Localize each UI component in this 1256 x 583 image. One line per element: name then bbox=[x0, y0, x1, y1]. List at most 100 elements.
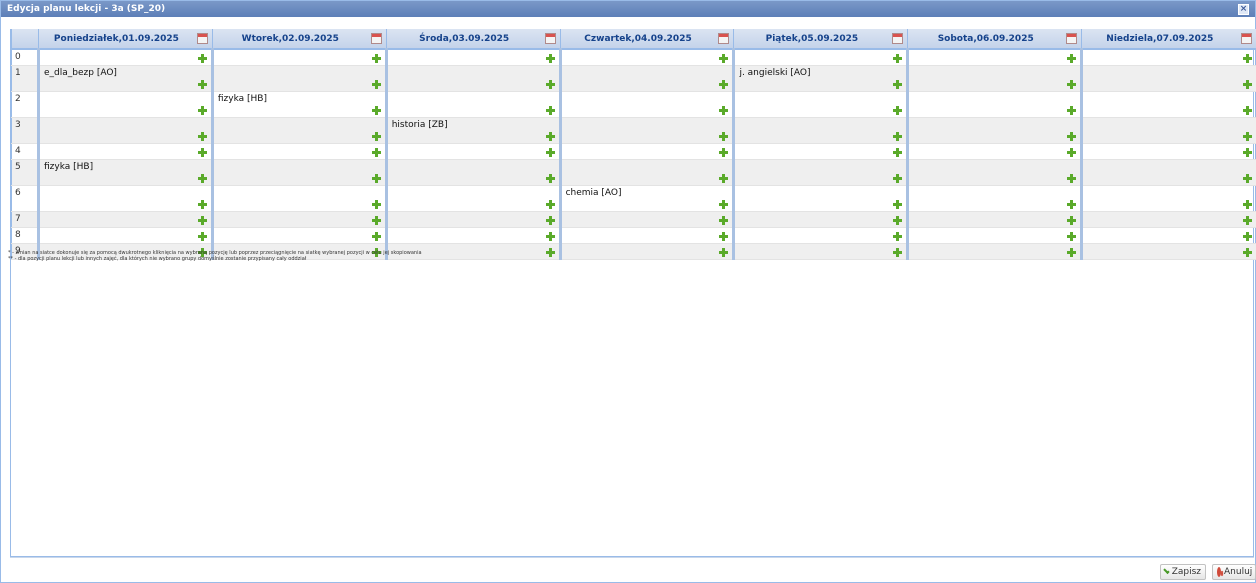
lesson-cell[interactable] bbox=[732, 49, 908, 66]
lesson-cell[interactable] bbox=[732, 243, 908, 260]
calendar-icon[interactable] bbox=[1066, 33, 1078, 44]
add-icon[interactable] bbox=[893, 199, 903, 209]
lesson-cell[interactable] bbox=[37, 49, 213, 66]
lesson-cell[interactable] bbox=[1080, 227, 1256, 244]
add-icon[interactable] bbox=[719, 247, 729, 257]
add-icon[interactable] bbox=[197, 215, 207, 225]
cancel-button[interactable]: Anuluj bbox=[1212, 564, 1256, 580]
lesson-cell[interactable] bbox=[210, 117, 387, 144]
lesson-cell[interactable] bbox=[732, 91, 908, 118]
add-icon[interactable] bbox=[1242, 199, 1252, 209]
lesson-cell[interactable] bbox=[210, 185, 387, 212]
add-icon[interactable] bbox=[719, 105, 729, 115]
lesson-entry[interactable]: fizyka [HB] bbox=[218, 94, 381, 104]
lesson-cell[interactable]: chemia [AO] bbox=[558, 185, 734, 212]
lesson-cell[interactable] bbox=[906, 143, 1082, 160]
add-icon[interactable] bbox=[893, 105, 903, 115]
lesson-entry[interactable]: fizyka [HB] bbox=[44, 162, 207, 172]
lesson-cell[interactable] bbox=[384, 185, 561, 212]
calendar-icon[interactable] bbox=[892, 33, 904, 44]
lesson-entry[interactable]: j. angielski [AO] bbox=[739, 68, 902, 78]
add-icon[interactable] bbox=[197, 105, 207, 115]
add-icon[interactable] bbox=[371, 105, 381, 115]
lesson-cell[interactable] bbox=[732, 227, 908, 244]
lesson-cell[interactable] bbox=[384, 49, 561, 66]
lesson-entry[interactable]: chemia [AO] bbox=[566, 188, 729, 198]
lesson-cell[interactable] bbox=[1080, 65, 1256, 92]
lesson-cell[interactable] bbox=[37, 117, 213, 144]
add-icon[interactable] bbox=[1067, 173, 1077, 183]
lesson-cell[interactable] bbox=[732, 143, 908, 160]
add-icon[interactable] bbox=[719, 215, 729, 225]
add-icon[interactable] bbox=[545, 147, 555, 157]
calendar-icon[interactable] bbox=[718, 33, 730, 44]
add-icon[interactable] bbox=[371, 53, 381, 63]
calendar-icon[interactable] bbox=[370, 33, 382, 44]
add-icon[interactable] bbox=[893, 53, 903, 63]
add-icon[interactable] bbox=[893, 131, 903, 141]
lesson-cell[interactable] bbox=[210, 159, 387, 186]
add-icon[interactable] bbox=[545, 53, 555, 63]
add-icon[interactable] bbox=[1067, 79, 1077, 89]
add-icon[interactable] bbox=[1242, 173, 1252, 183]
lesson-cell[interactable]: fizyka [HB] bbox=[37, 159, 213, 186]
lesson-cell[interactable] bbox=[37, 91, 213, 118]
lesson-cell[interactable] bbox=[558, 49, 734, 66]
lesson-cell[interactable]: historia [ZB] bbox=[384, 117, 561, 144]
lesson-cell[interactable] bbox=[37, 143, 213, 160]
add-icon[interactable] bbox=[1242, 231, 1252, 241]
add-icon[interactable] bbox=[893, 231, 903, 241]
window-titlebar[interactable]: Edycja planu lekcji - 3a (SP_20) × bbox=[1, 1, 1255, 17]
lesson-cell[interactable] bbox=[558, 117, 734, 144]
add-icon[interactable] bbox=[197, 53, 207, 63]
add-icon[interactable] bbox=[545, 199, 555, 209]
add-icon[interactable] bbox=[719, 131, 729, 141]
lesson-cell[interactable] bbox=[906, 49, 1082, 66]
lesson-cell[interactable] bbox=[210, 143, 387, 160]
add-icon[interactable] bbox=[893, 147, 903, 157]
lesson-cell[interactable] bbox=[558, 91, 734, 118]
add-icon[interactable] bbox=[1067, 53, 1077, 63]
lesson-cell[interactable]: e_dla_bezp [AO] bbox=[37, 65, 213, 92]
lesson-cell[interactable]: j. angielski [AO] bbox=[732, 65, 908, 92]
add-icon[interactable] bbox=[719, 53, 729, 63]
lesson-cell[interactable] bbox=[558, 143, 734, 160]
lesson-cell[interactable] bbox=[384, 143, 561, 160]
lesson-cell[interactable] bbox=[906, 211, 1082, 228]
add-icon[interactable] bbox=[1067, 199, 1077, 209]
calendar-icon[interactable] bbox=[1240, 33, 1252, 44]
lesson-cell[interactable] bbox=[37, 227, 213, 244]
lesson-cell[interactable] bbox=[1080, 243, 1256, 260]
add-icon[interactable] bbox=[893, 215, 903, 225]
add-icon[interactable] bbox=[1067, 147, 1077, 157]
add-icon[interactable] bbox=[371, 215, 381, 225]
lesson-cell[interactable] bbox=[384, 91, 561, 118]
add-icon[interactable] bbox=[1242, 79, 1252, 89]
lesson-cell[interactable] bbox=[558, 227, 734, 244]
lesson-cell[interactable] bbox=[558, 243, 734, 260]
lesson-cell[interactable] bbox=[906, 185, 1082, 212]
add-icon[interactable] bbox=[197, 173, 207, 183]
add-icon[interactable] bbox=[719, 79, 729, 89]
add-icon[interactable] bbox=[371, 173, 381, 183]
add-icon[interactable] bbox=[371, 199, 381, 209]
add-icon[interactable] bbox=[719, 199, 729, 209]
lesson-cell[interactable] bbox=[384, 227, 561, 244]
lesson-cell[interactable] bbox=[37, 185, 213, 212]
add-icon[interactable] bbox=[1242, 215, 1252, 225]
lesson-cell[interactable] bbox=[384, 65, 561, 92]
lesson-cell[interactable] bbox=[210, 65, 387, 92]
add-icon[interactable] bbox=[893, 173, 903, 183]
add-icon[interactable] bbox=[893, 79, 903, 89]
save-button[interactable]: Zapisz bbox=[1160, 564, 1206, 580]
add-icon[interactable] bbox=[545, 215, 555, 225]
add-icon[interactable] bbox=[545, 105, 555, 115]
add-icon[interactable] bbox=[545, 247, 555, 257]
add-icon[interactable] bbox=[1242, 105, 1252, 115]
add-icon[interactable] bbox=[1242, 147, 1252, 157]
add-icon[interactable] bbox=[1067, 247, 1077, 257]
lesson-cell[interactable] bbox=[37, 211, 213, 228]
lesson-cell[interactable] bbox=[906, 227, 1082, 244]
lesson-cell[interactable] bbox=[210, 211, 387, 228]
add-icon[interactable] bbox=[893, 247, 903, 257]
